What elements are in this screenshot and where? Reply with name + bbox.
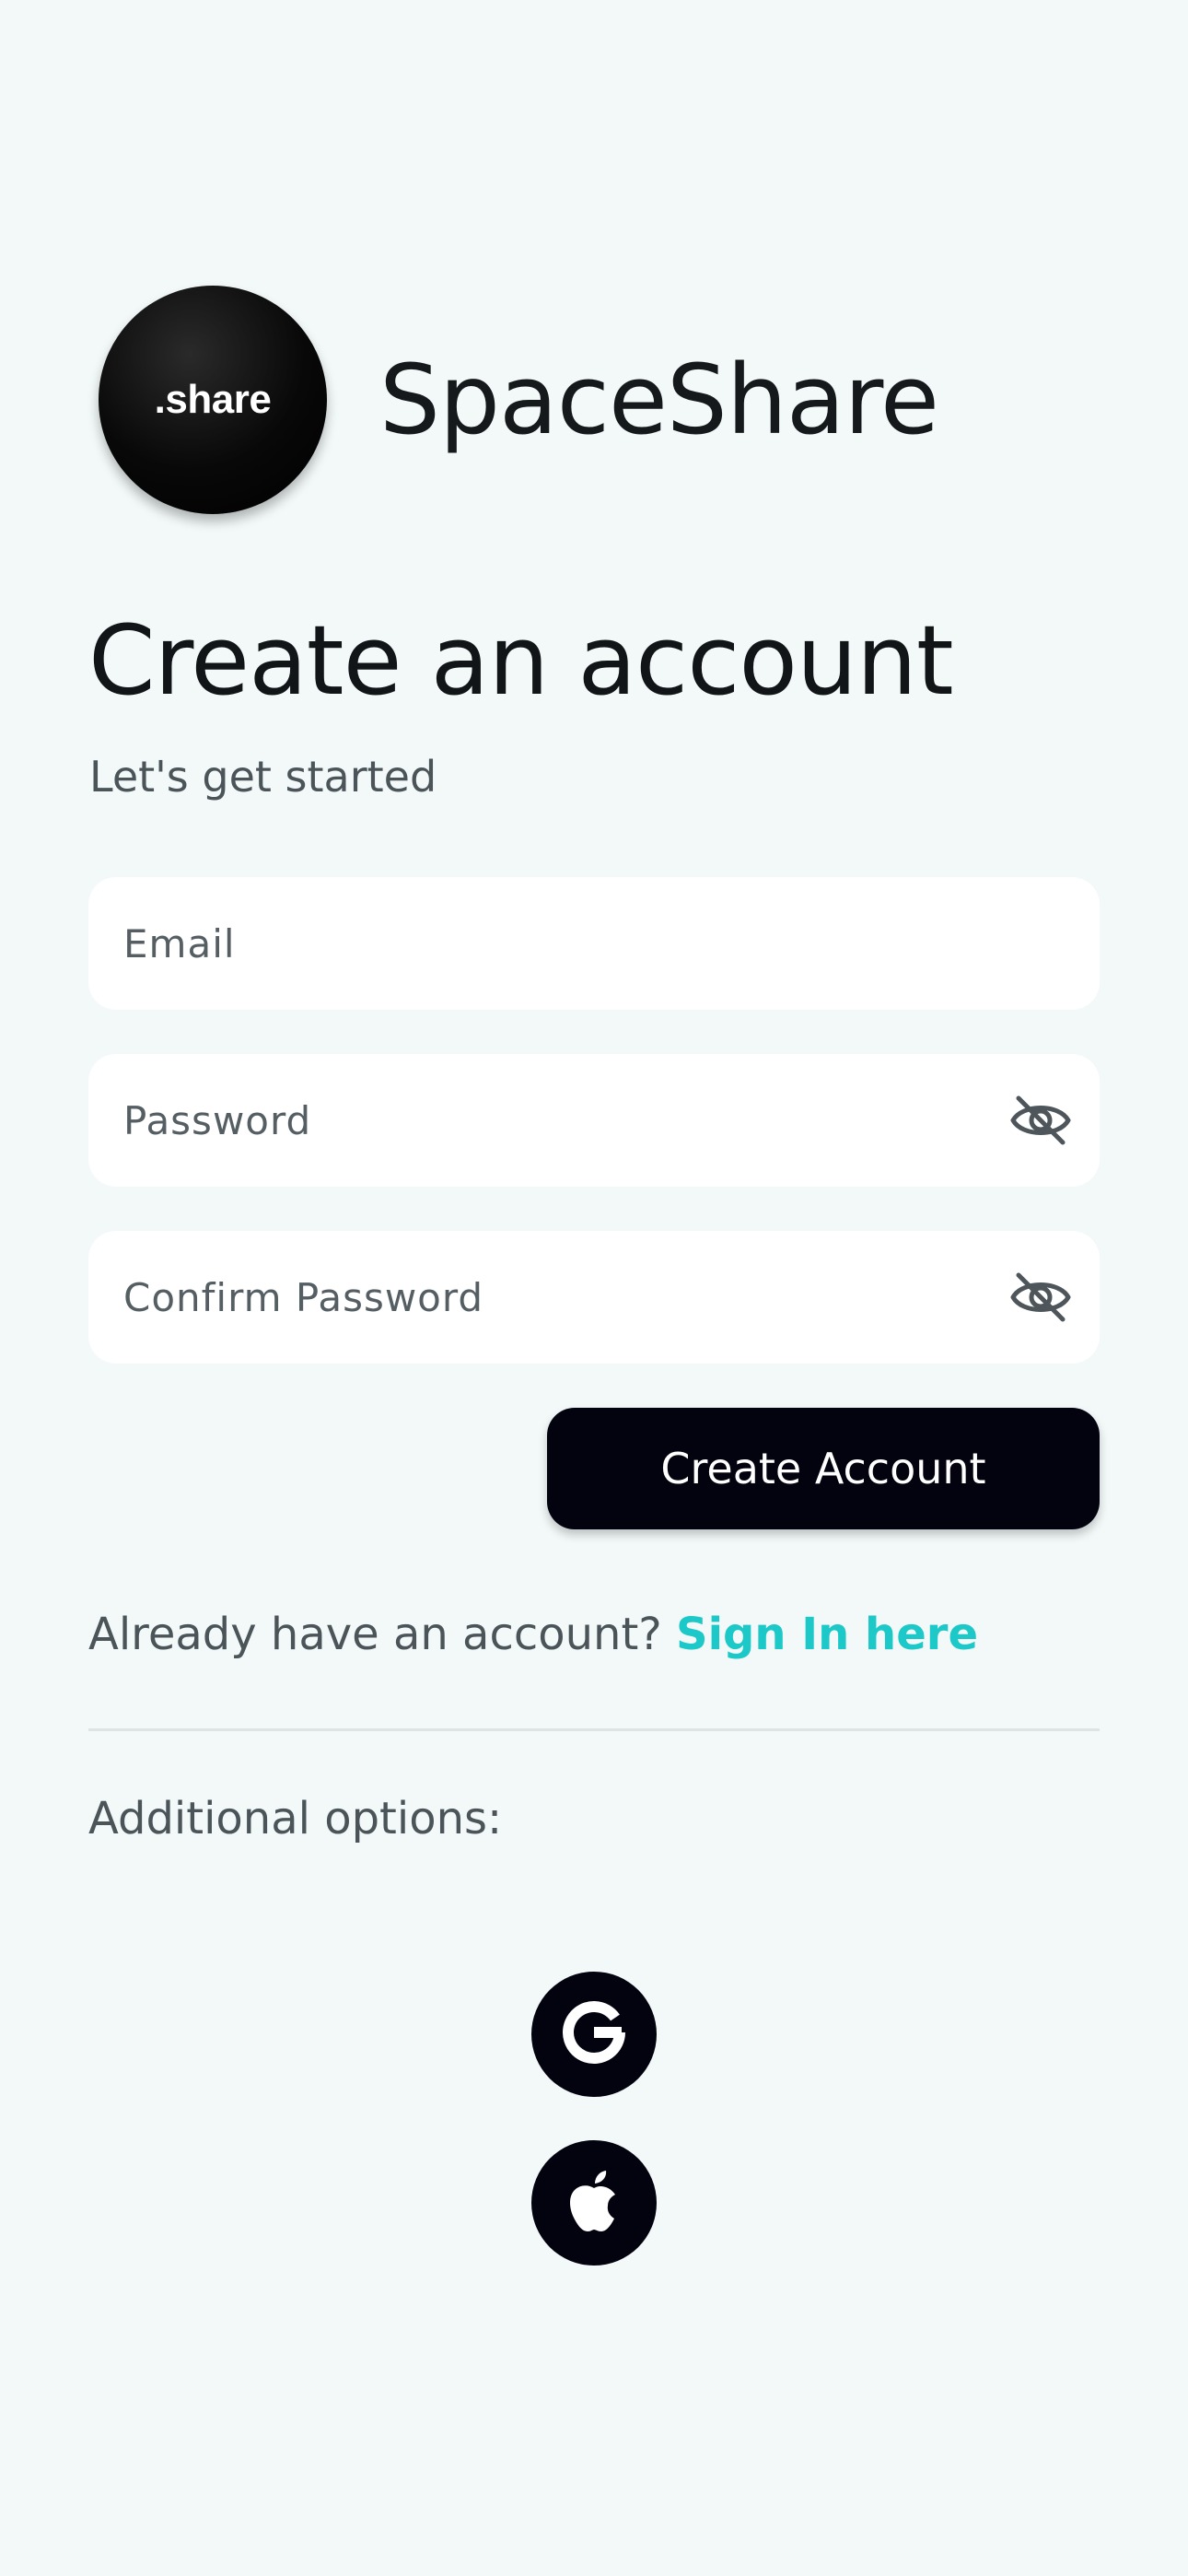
- email-input[interactable]: [122, 919, 1066, 967]
- brand-header: .share SpaceShare: [99, 286, 939, 514]
- google-icon: [560, 1998, 628, 2070]
- create-account-button[interactable]: Create Account: [547, 1408, 1100, 1529]
- divider: [88, 1728, 1100, 1731]
- password-field[interactable]: [88, 1054, 1100, 1187]
- signin-prompt: Already have an account?: [88, 1609, 662, 1660]
- additional-options-label: Additional options:: [88, 1793, 503, 1844]
- app-name: SpaceShare: [379, 344, 939, 456]
- password-input[interactable]: [122, 1096, 1007, 1144]
- apple-sign-in-button[interactable]: [531, 2140, 657, 2266]
- confirm-password-input[interactable]: [122, 1273, 1007, 1321]
- page-subtitle: Let's get started: [89, 752, 437, 802]
- google-sign-in-button[interactable]: [531, 1972, 657, 2097]
- sign-in-link[interactable]: Sign In here: [676, 1609, 978, 1660]
- email-field[interactable]: [88, 877, 1100, 1010]
- eye-off-icon[interactable]: [1007, 1264, 1074, 1330]
- logo-text: .share: [154, 377, 272, 422]
- page-title: Create an account: [88, 604, 954, 717]
- apple-icon: [565, 2168, 623, 2238]
- sign-up-screen: .share SpaceShare Create an account Let'…: [0, 0, 1188, 2576]
- app-logo: .share: [99, 286, 327, 514]
- eye-off-icon[interactable]: [1007, 1087, 1074, 1153]
- confirm-password-field[interactable]: [88, 1231, 1100, 1364]
- signin-prompt-row: Already have an account? Sign In here: [88, 1609, 978, 1660]
